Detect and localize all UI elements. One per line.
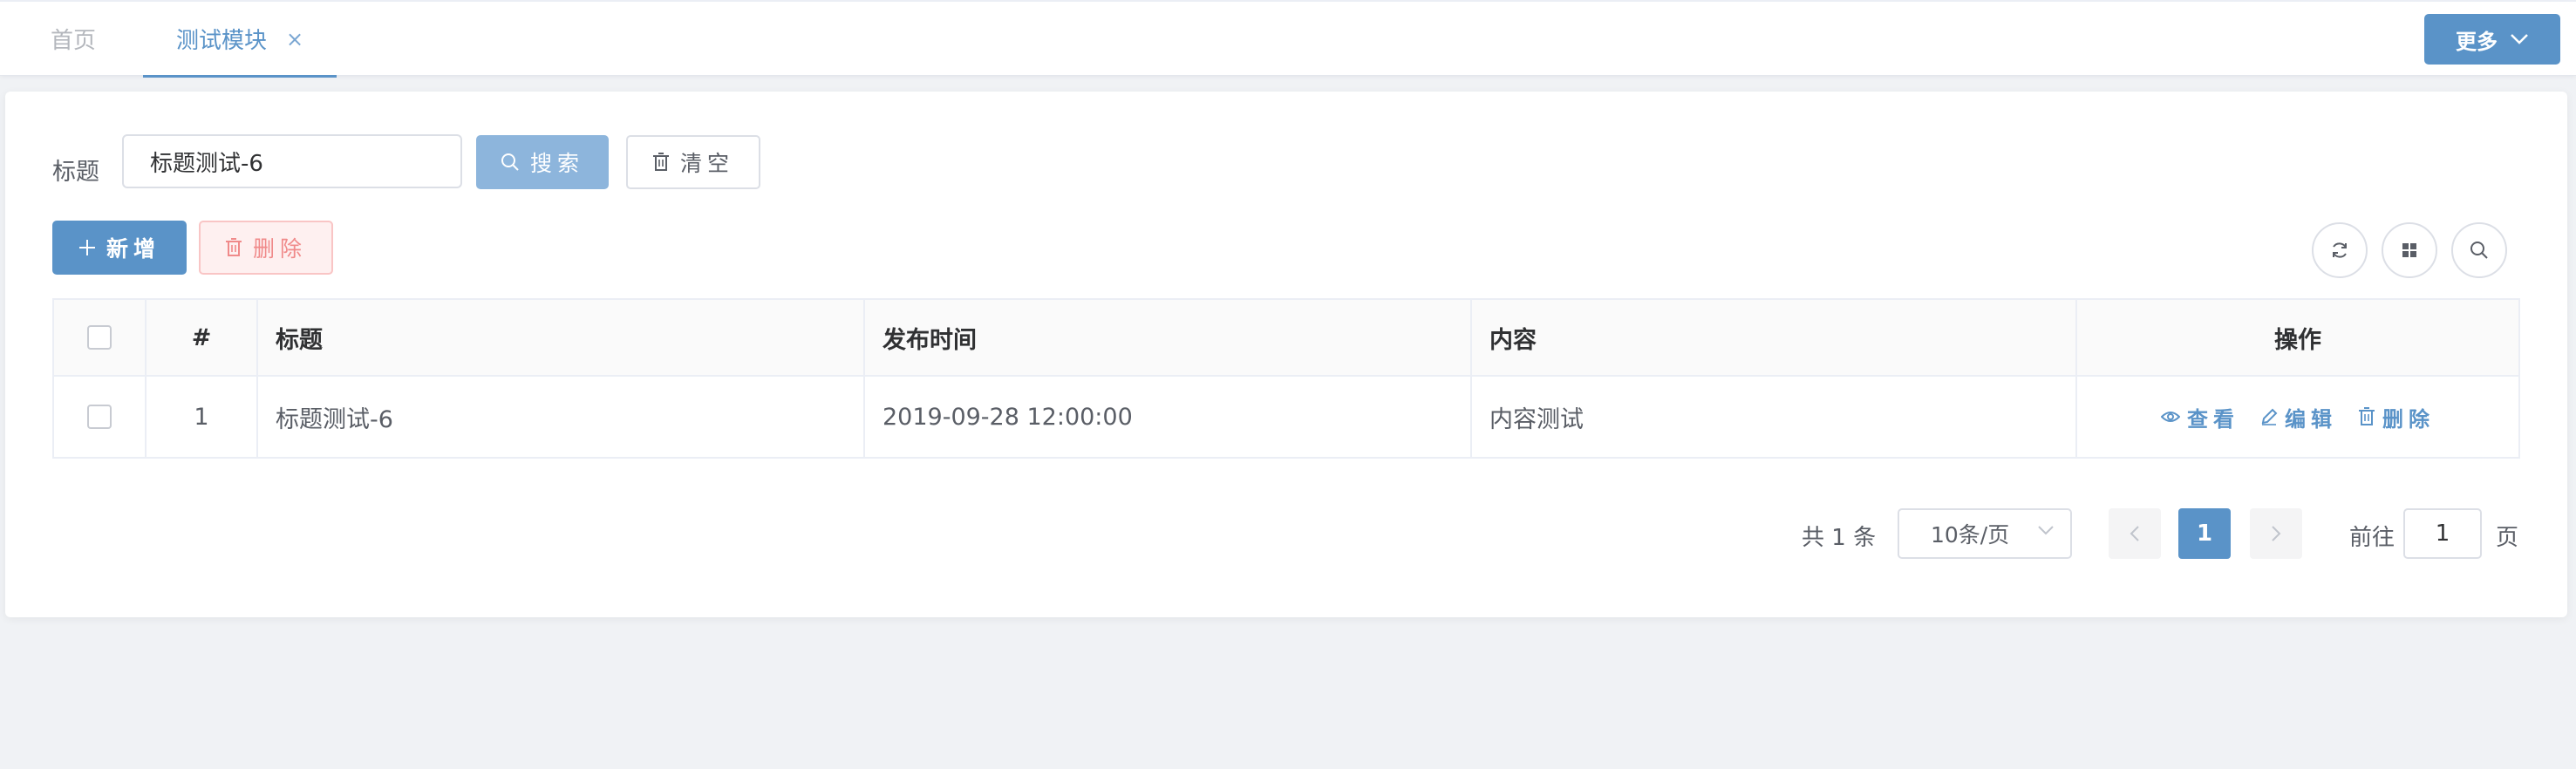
delete-button[interactable]: 删除 xyxy=(199,221,333,275)
eye-icon xyxy=(2161,412,2180,422)
goto-page-input[interactable] xyxy=(2403,508,2482,559)
trash-icon xyxy=(2359,407,2375,425)
chevron-down-icon xyxy=(2038,526,2054,535)
delete-link[interactable]: 删除 xyxy=(2358,402,2435,432)
view-link-label: 查看 xyxy=(2187,406,2239,432)
row-index: 1 xyxy=(147,377,258,457)
chevron-left-icon xyxy=(2130,526,2139,541)
row-content: 内容测试 xyxy=(1472,377,2077,457)
edit-link-label: 编辑 xyxy=(2285,406,2337,432)
page-size-select[interactable]: 10条/页 xyxy=(1898,508,2072,559)
view-link[interactable]: 查看 xyxy=(2161,402,2239,432)
table-row: 1 标题测试-6 2019-09-28 12:00:00 内容测试 查看 编辑 … xyxy=(54,377,2518,457)
delete-link-label: 删除 xyxy=(2382,406,2435,432)
row-title: 标题测试-6 xyxy=(258,377,865,457)
tab-test-module-label: 测试模块 xyxy=(176,28,268,54)
trash-icon xyxy=(652,153,669,171)
plus-icon xyxy=(78,240,95,255)
tab-test-module[interactable]: 测试模块 × xyxy=(143,2,337,78)
tab-home-label: 首页 xyxy=(51,28,97,54)
header-title: 标题 xyxy=(258,300,865,375)
delete-button-label: 删除 xyxy=(252,236,307,262)
data-table: # 标题 发布时间 内容 操作 1 标题测试-6 2019-09-28 12:0… xyxy=(52,298,2520,459)
edit-icon xyxy=(2261,408,2278,425)
grid-icon xyxy=(2402,243,2416,257)
table-header-row: # 标题 发布时间 内容 操作 xyxy=(54,300,2518,377)
search-icon xyxy=(501,153,519,171)
search-button-label: 搜索 xyxy=(529,151,584,176)
page-number-current[interactable]: 1 xyxy=(2178,508,2231,559)
row-actions: 查看 编辑 删除 xyxy=(2077,377,2518,457)
page-size-value: 10条/页 xyxy=(1931,522,2010,548)
tab-bar: 首页 测试模块 × 更多 xyxy=(0,0,2576,78)
search-icon xyxy=(2470,242,2488,259)
clear-button-label: 清空 xyxy=(679,151,734,176)
goto-suffix: 页 xyxy=(2496,525,2519,551)
edit-link[interactable]: 编辑 xyxy=(2260,402,2337,432)
prev-page-button[interactable] xyxy=(2109,508,2161,559)
search-button[interactable]: 搜索 xyxy=(476,135,609,189)
header-publish-time: 发布时间 xyxy=(865,300,1472,375)
header-content: 内容 xyxy=(1472,300,2077,375)
main-card: 标题 搜索 清空 新增 删除 xyxy=(5,92,2567,617)
tab-home[interactable]: 首页 xyxy=(51,2,96,76)
search-title-label: 标题 xyxy=(52,159,99,186)
chevron-right-icon xyxy=(2272,526,2281,541)
more-button-label: 更多 xyxy=(2456,29,2498,54)
toggle-search-button[interactable] xyxy=(2451,222,2507,278)
row-select-cell xyxy=(54,377,147,457)
add-button[interactable]: 新增 xyxy=(52,221,187,275)
close-icon[interactable]: × xyxy=(286,27,303,51)
refresh-button[interactable] xyxy=(2312,222,2368,278)
goto-label: 前往 xyxy=(2349,525,2395,551)
select-all-checkbox[interactable] xyxy=(87,325,112,350)
clear-button[interactable]: 清空 xyxy=(626,135,760,189)
row-checkbox[interactable] xyxy=(87,405,112,429)
add-button-label: 新增 xyxy=(106,236,160,262)
more-button[interactable]: 更多 xyxy=(2424,14,2560,65)
search-title-input[interactable] xyxy=(122,134,462,188)
header-select-all-cell xyxy=(54,300,147,375)
refresh-icon xyxy=(2333,242,2347,258)
header-index: # xyxy=(147,300,258,375)
trash-icon xyxy=(225,238,242,256)
chevron-down-icon xyxy=(2511,34,2528,44)
row-publish-time: 2019-09-28 12:00:00 xyxy=(865,377,1472,457)
columns-button[interactable] xyxy=(2382,222,2437,278)
next-page-button[interactable] xyxy=(2250,508,2302,559)
pagination-total: 共 1 条 xyxy=(1802,525,1877,551)
header-actions: 操作 xyxy=(2274,326,2321,354)
